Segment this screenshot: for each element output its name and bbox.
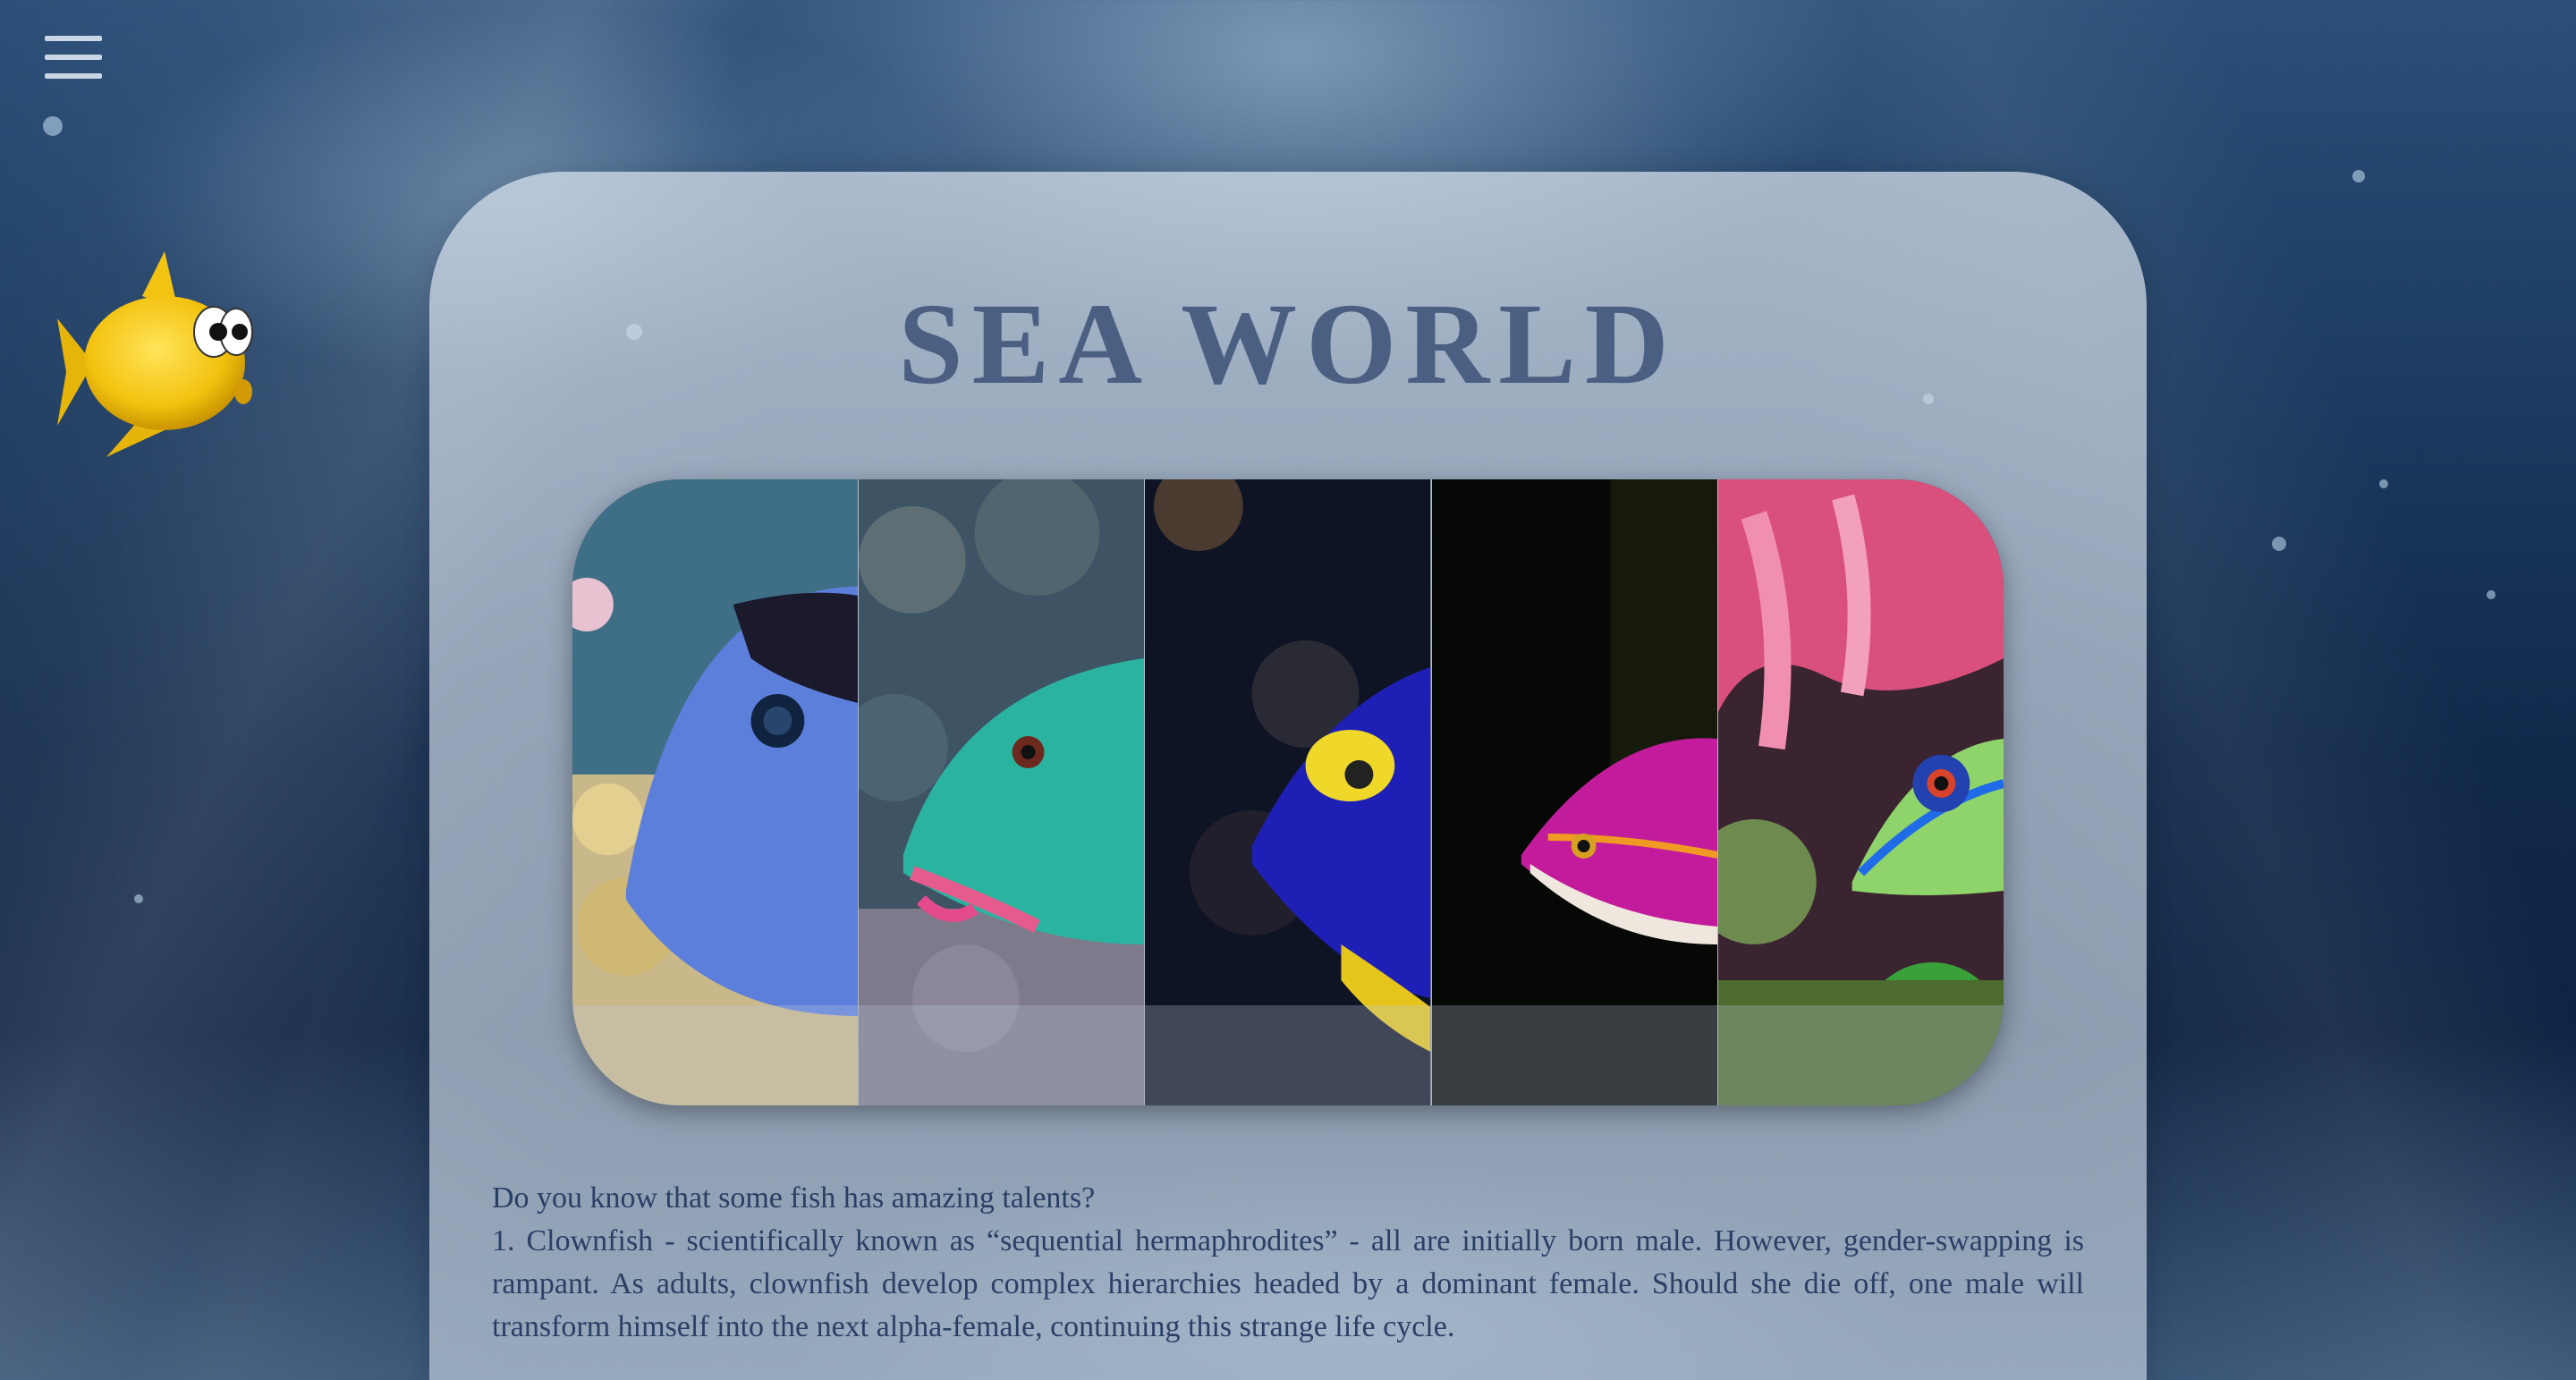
gallery-panel-parrotfish[interactable] — [859, 479, 1146, 1105]
intro-question: Do you know that some fish has amazing t… — [492, 1181, 1096, 1215]
bubble — [2272, 537, 2286, 551]
bubble — [2352, 170, 2365, 182]
panel-shade — [1717, 1005, 2004, 1105]
content-card: SEA WORLD Do you know that some fish has… — [429, 172, 2147, 1380]
menu-line — [45, 36, 102, 41]
fact-clownfish: 1. Clownfish - scientifically known as “… — [492, 1224, 2084, 1343]
panel-shade — [1431, 1005, 1717, 1105]
bubble — [43, 116, 63, 136]
panel-shade — [572, 1005, 859, 1105]
yellow-fish-mascot-icon — [57, 251, 253, 457]
panel-shade — [859, 1005, 1145, 1105]
page-title: SEA WORLD — [898, 280, 1678, 409]
gallery-panel-magenta-fish[interactable] — [1431, 479, 1718, 1105]
hamburger-menu-icon[interactable] — [45, 36, 102, 79]
menu-line — [45, 73, 102, 79]
bubble — [2379, 479, 2388, 488]
gallery-panel-angelfish[interactable] — [1145, 479, 1432, 1105]
panel-shade — [1145, 1005, 1431, 1105]
bubble — [134, 894, 143, 903]
fish-gallery[interactable] — [572, 479, 2004, 1105]
menu-line — [45, 55, 102, 60]
gallery-panel-neon-goby[interactable] — [1717, 479, 2004, 1105]
fact-text: Do you know that some fish has amazing t… — [492, 1177, 2084, 1349]
bubble — [2487, 590, 2496, 599]
gallery-panel-blue-tang[interactable] — [572, 479, 860, 1105]
